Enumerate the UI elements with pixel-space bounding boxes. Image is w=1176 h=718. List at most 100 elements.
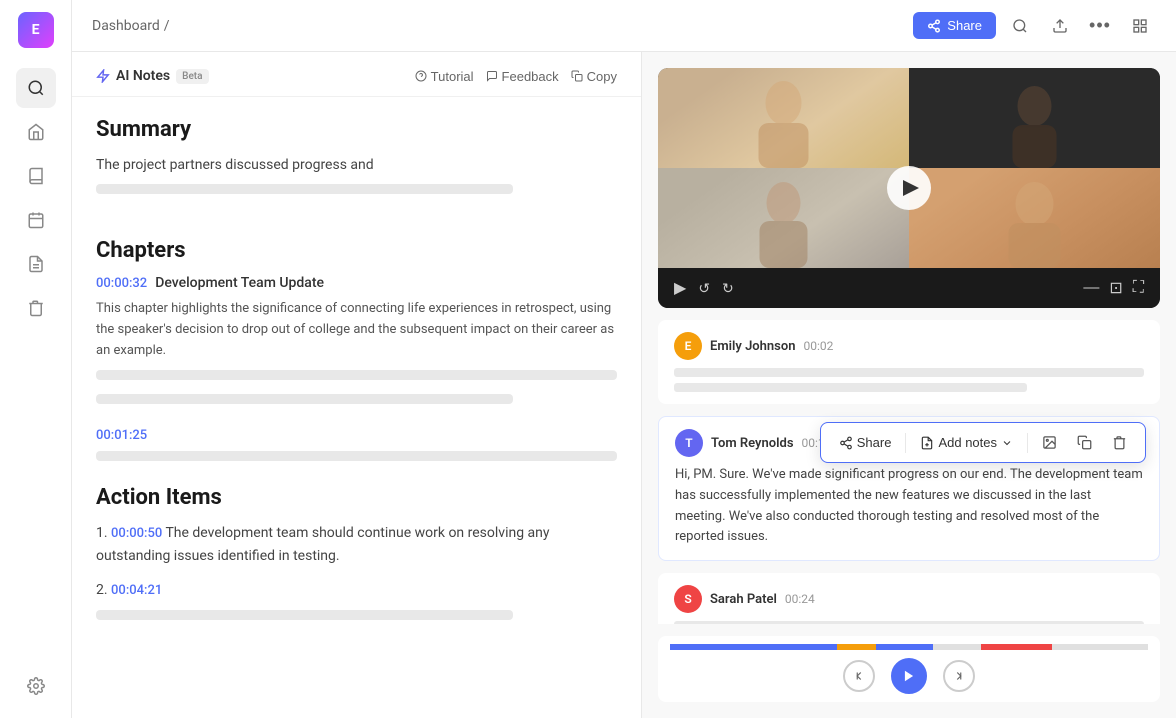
emily-content (674, 368, 1144, 392)
comment-header-sarah: S Sarah Patel 00:24 (674, 585, 1144, 613)
toolbar-share-button[interactable]: Share (833, 431, 898, 454)
main-area: Dashboard / Share ••• (72, 0, 1176, 718)
feedback-button[interactable]: Feedback (486, 69, 559, 84)
progress-play-button[interactable] (891, 658, 927, 694)
summary-placeholder-1 (96, 184, 513, 194)
trash-toolbar-icon (1112, 435, 1127, 450)
video-fullscreen-btn[interactable]: ⛶ (1133, 279, 1144, 297)
ai-icon (96, 69, 110, 83)
action-1-timestamp[interactable]: 00:00:50 (111, 526, 162, 541)
progress-controls (670, 658, 1148, 694)
sidebar: E (0, 0, 72, 718)
comment-time-emily: 00:02 (803, 339, 833, 353)
play-button[interactable] (887, 166, 931, 210)
action-2-placeholder (96, 610, 513, 620)
sidebar-item-home[interactable] (16, 112, 56, 152)
progress-segment-2 (837, 644, 875, 650)
video-fullscreen-small-btn[interactable]: ⊡ (1109, 278, 1122, 298)
sidebar-item-settings[interactable] (16, 666, 56, 706)
toolbar-divider-2 (1027, 433, 1028, 453)
chevron-down-icon (1001, 437, 1013, 449)
sidebar-item-trash[interactable] (16, 288, 56, 328)
comment-header-emily: E Emily Johnson 00:02 (674, 332, 1144, 360)
toolbar-share-icon (839, 436, 853, 450)
video-cell-2 (909, 68, 1160, 168)
toolbar-divider-1 (905, 433, 906, 453)
topbar: Dashboard / Share ••• (72, 0, 1176, 52)
action-toolbar: Share Add notes (820, 422, 1146, 463)
chapter-2-placeholder-1 (96, 451, 617, 461)
chapter-item-1: 00:00:32 Development Team Update This ch… (96, 275, 617, 403)
more-button[interactable]: ••• (1084, 10, 1116, 42)
play-icon (903, 180, 919, 196)
progress-segment-6 (1052, 644, 1148, 650)
layout-button[interactable] (1124, 10, 1156, 42)
progress-rewind-button[interactable] (843, 660, 875, 692)
toolbar-copy-button[interactable] (1071, 431, 1098, 454)
action-items-title: Action Items (96, 485, 617, 510)
app-logo: E (18, 12, 54, 48)
toolbar-image-button[interactable] (1036, 431, 1063, 454)
chapter-1-placeholder-1 (96, 370, 617, 380)
comment-text-tom: Hi, PM. Sure. We've made significant pro… (675, 465, 1143, 548)
toolbar-notes-icon (920, 436, 934, 450)
notes-content: Summary The project partners discussed p… (72, 97, 641, 718)
video-cell-4 (909, 168, 1160, 268)
video-panel: ▶ ↺ ↻ — ⊡ ⛶ E Emily Johnso (642, 52, 1176, 718)
progress-forward-button[interactable] (943, 660, 975, 692)
chapter-2-timestamp[interactable]: 00:01:25 (96, 428, 147, 443)
topbar-actions: Share ••• (913, 10, 1156, 42)
content-area: AI Notes Beta Tutorial Feedback (72, 52, 1176, 718)
video-cell-3 (658, 168, 909, 268)
avatar-tom: T (675, 429, 703, 457)
comment-item-emily: E Emily Johnson 00:02 (658, 320, 1160, 404)
progress-bar-container (658, 636, 1160, 702)
action-item-1: 1. 00:00:50 The development team should … (96, 522, 617, 567)
progress-segment-5 (981, 644, 1053, 650)
toolbar-add-notes-button[interactable]: Add notes (914, 431, 1019, 454)
copy-button[interactable]: Copy (571, 69, 617, 84)
chapter-1-timestamp[interactable]: 00:00:32 (96, 276, 147, 291)
comment-time-sarah: 00:24 (785, 592, 815, 606)
comment-name-sarah: Sarah Patel (710, 592, 777, 607)
tutorial-button[interactable]: Tutorial (415, 69, 474, 84)
upload-button[interactable] (1044, 10, 1076, 42)
sarah-content (674, 621, 1144, 624)
notes-header-actions: Tutorial Feedback Copy (415, 69, 617, 84)
toolbar-add-notes-label: Add notes (938, 435, 997, 450)
search-button[interactable] (1004, 10, 1036, 42)
chapters-section: Chapters 00:00:32 Development Team Updat… (96, 238, 617, 460)
sidebar-item-notes[interactable] (16, 244, 56, 284)
comment-name-tom: Tom Reynolds (711, 436, 794, 451)
video-cell-1 (658, 68, 909, 168)
beta-badge: Beta (176, 69, 208, 84)
avatar-sarah: S (674, 585, 702, 613)
action-2-timestamp[interactable]: 00:04:21 (111, 583, 162, 598)
comment-item-sarah: S Sarah Patel 00:24 (658, 573, 1160, 624)
video-controls: ▶ ↺ ↻ — ⊡ ⛶ (658, 268, 1160, 308)
progress-segment-3 (876, 644, 933, 650)
progress-segment-4 (933, 644, 981, 650)
video-forward-btn[interactable]: ↻ (722, 280, 734, 297)
video-play-btn[interactable]: ▶ (674, 278, 686, 298)
sidebar-item-calendar[interactable] (16, 200, 56, 240)
ai-notes-title: AI Notes Beta (96, 68, 209, 84)
summary-text: The project partners discussed progress … (96, 154, 617, 176)
breadcrumb: Dashboard / (92, 18, 901, 34)
sidebar-item-library[interactable] (16, 156, 56, 196)
share-button[interactable]: Share (913, 12, 996, 39)
video-volume-btn[interactable]: — (1083, 279, 1099, 297)
progress-segment-1 (670, 644, 837, 650)
progress-track[interactable] (670, 644, 1148, 650)
image-icon (1042, 435, 1057, 450)
breadcrumb-home[interactable]: Dashboard (92, 18, 160, 34)
chapter-title-row-1: 00:00:32 Development Team Update (96, 275, 617, 291)
sidebar-item-search[interactable] (16, 68, 56, 108)
video-rewind-btn[interactable]: ↺ (698, 280, 710, 297)
chapter-1-desc: This chapter highlights the significance… (96, 299, 617, 361)
action-items-section: Action Items 1. 00:00:50 The development… (96, 485, 617, 620)
chapter-1-title: Development Team Update (155, 275, 324, 291)
notes-title-text: AI Notes (116, 68, 170, 84)
toolbar-delete-button[interactable] (1106, 431, 1133, 454)
summary-title: Summary (96, 117, 617, 142)
